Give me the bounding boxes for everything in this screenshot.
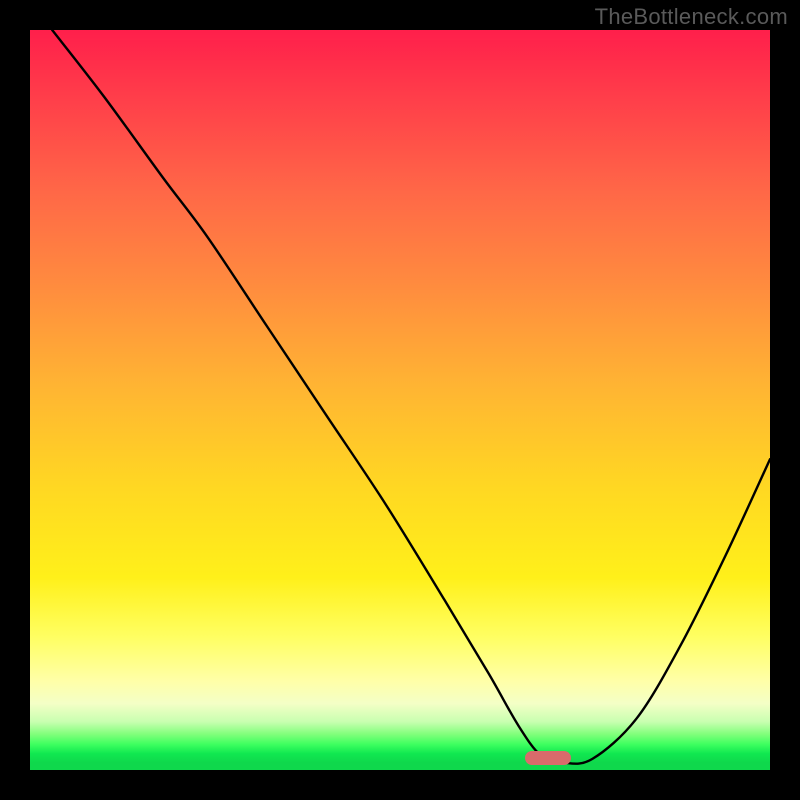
watermark-text: TheBottleneck.com xyxy=(595,4,788,30)
optimal-marker xyxy=(525,751,571,765)
plot-area xyxy=(30,30,770,770)
bottleneck-curve xyxy=(30,30,770,770)
